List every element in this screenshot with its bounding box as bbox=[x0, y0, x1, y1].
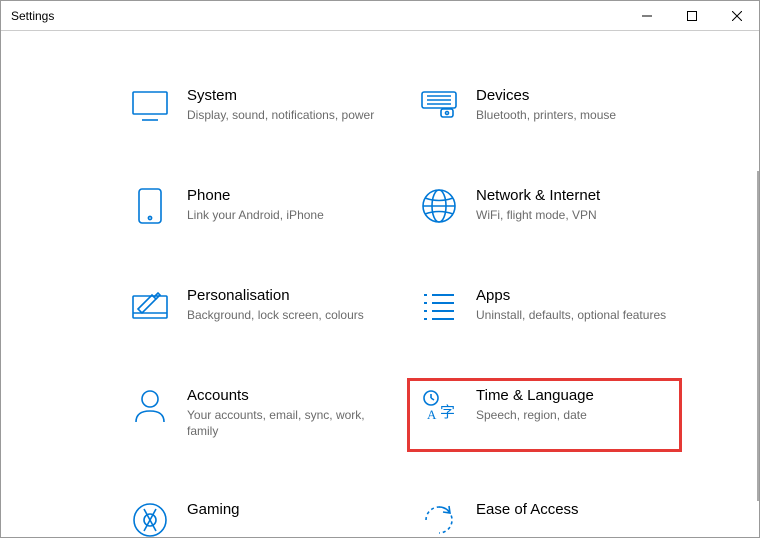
window-title: Settings bbox=[11, 9, 54, 23]
tile-phone[interactable]: Phone Link your Android, iPhone bbox=[121, 181, 390, 235]
devices-icon bbox=[420, 87, 458, 125]
tile-personalisation[interactable]: Personalisation Background, lock screen,… bbox=[121, 281, 390, 335]
apps-list-icon bbox=[420, 287, 458, 325]
tile-title: Phone bbox=[187, 187, 324, 204]
tile-title: Ease of Access bbox=[476, 501, 579, 518]
tile-accounts[interactable]: Accounts Your accounts, email, sync, wor… bbox=[121, 381, 390, 449]
scrollbar[interactable] bbox=[757, 171, 759, 501]
tile-title: Personalisation bbox=[187, 287, 364, 304]
tile-desc: Bluetooth, printers, mouse bbox=[476, 107, 616, 123]
settings-grid: System Display, sound, notifications, po… bbox=[121, 81, 679, 537]
minimize-button[interactable] bbox=[624, 1, 669, 30]
tile-desc: WiFi, flight mode, VPN bbox=[476, 207, 600, 223]
gaming-icon bbox=[131, 501, 169, 537]
tile-desc: Your accounts, email, sync, work, family bbox=[187, 407, 380, 439]
tile-title: Network & Internet bbox=[476, 187, 600, 204]
maximize-button[interactable] bbox=[669, 1, 714, 30]
svg-text:字: 字 bbox=[440, 404, 455, 421]
maximize-icon bbox=[687, 11, 697, 21]
tile-devices[interactable]: Devices Bluetooth, printers, mouse bbox=[410, 81, 679, 135]
tile-apps[interactable]: Apps Uninstall, defaults, optional featu… bbox=[410, 281, 679, 335]
svg-text:A: A bbox=[427, 407, 437, 422]
tile-system[interactable]: System Display, sound, notifications, po… bbox=[121, 81, 390, 135]
tile-title: Accounts bbox=[187, 387, 380, 404]
settings-content: System Display, sound, notifications, po… bbox=[1, 31, 759, 537]
tile-desc: Link your Android, iPhone bbox=[187, 207, 324, 223]
person-icon bbox=[131, 387, 169, 425]
close-button[interactable] bbox=[714, 1, 759, 30]
tile-desc: Uninstall, defaults, optional features bbox=[476, 307, 666, 323]
tile-title: Devices bbox=[476, 87, 616, 104]
tile-gaming[interactable]: Gaming bbox=[121, 495, 390, 537]
paint-icon bbox=[131, 287, 169, 325]
tile-title: Apps bbox=[476, 287, 666, 304]
tile-network[interactable]: Network & Internet WiFi, flight mode, VP… bbox=[410, 181, 679, 235]
window-controls bbox=[624, 1, 759, 30]
tile-desc: Background, lock screen, colours bbox=[187, 307, 364, 323]
tile-title: Gaming bbox=[187, 501, 240, 518]
tile-title: System bbox=[187, 87, 374, 104]
tile-time-language[interactable]: A字 Time & Language Speech, region, date bbox=[410, 381, 679, 449]
tile-ease-of-access[interactable]: Ease of Access bbox=[410, 495, 679, 537]
tile-desc: Display, sound, notifications, power bbox=[187, 107, 374, 123]
minimize-icon bbox=[642, 11, 652, 21]
globe-icon bbox=[420, 187, 458, 225]
close-icon bbox=[732, 11, 742, 21]
time-language-icon: A字 bbox=[420, 387, 458, 425]
system-icon bbox=[131, 87, 169, 125]
ease-of-access-icon bbox=[420, 501, 458, 537]
tile-desc: Speech, region, date bbox=[476, 407, 594, 423]
tile-title: Time & Language bbox=[476, 387, 594, 404]
phone-icon bbox=[131, 187, 169, 225]
titlebar[interactable]: Settings bbox=[1, 1, 759, 31]
